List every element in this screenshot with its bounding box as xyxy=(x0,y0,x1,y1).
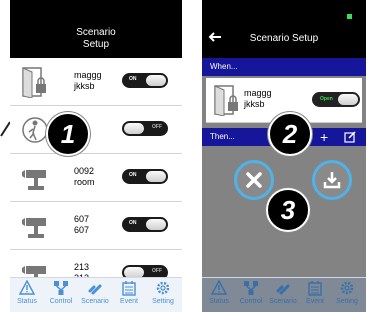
status-indicator xyxy=(347,14,352,19)
toggle-label: ON xyxy=(129,172,137,178)
tab-label: Setting xyxy=(152,298,174,305)
top-bar: Scenario Setup xyxy=(10,0,182,58)
tab-status[interactable]: Status xyxy=(202,280,236,305)
page-title: Scenario Setup xyxy=(76,27,116,50)
tab-label: Setting xyxy=(336,298,358,305)
tab-label: Status xyxy=(17,298,37,305)
calendar-icon xyxy=(122,281,136,296)
door-lock-icon xyxy=(214,85,238,116)
toggle-knob xyxy=(146,75,166,86)
tab-label: Scenario xyxy=(269,298,297,305)
add-action-icon[interactable]: + xyxy=(320,129,328,145)
camera-icon xyxy=(22,218,46,238)
toggle-label: ON xyxy=(129,76,137,82)
toggle-knob xyxy=(146,219,166,230)
device-list: maggg jkksb ON 3 3 OFF xyxy=(10,58,182,298)
device-row[interactable]: 3 3 OFF xyxy=(10,106,182,154)
toggle-knob xyxy=(338,94,358,105)
tab-label: Event xyxy=(120,298,138,305)
toggle-label: OFF xyxy=(152,268,162,274)
tab-control[interactable]: Control xyxy=(44,280,78,305)
toggle-label: Open xyxy=(320,96,333,102)
tab-event[interactable]: Event xyxy=(112,280,146,305)
top-bar: Scenario Setup xyxy=(202,0,366,58)
device-name: maggg jkksb xyxy=(74,70,102,91)
tab-scenario[interactable]: Scenario xyxy=(266,280,300,305)
tab-control[interactable]: Control xyxy=(234,280,268,305)
tab-setting[interactable]: Setting xyxy=(330,280,364,305)
save-button[interactable] xyxy=(312,160,352,200)
camera-icon xyxy=(22,170,46,190)
device-row[interactable]: 607 607 ON xyxy=(10,202,182,250)
network-icon xyxy=(54,281,68,295)
link-icon xyxy=(276,284,290,295)
toggle-knob xyxy=(124,123,144,134)
device-row[interactable]: 0092 room ON xyxy=(10,154,182,202)
scenario-setup-screen: Scenario Setup maggg jkksb ON 3 3 xyxy=(10,0,182,312)
scenario-setup-edit-screen: Scenario Setup When... maggg jkksb Open … xyxy=(202,0,366,312)
tab-status[interactable]: Status xyxy=(10,280,44,305)
step-badge-2: 2 xyxy=(268,112,312,156)
tab-label: Event xyxy=(306,298,324,305)
on-off-toggle[interactable]: ON xyxy=(122,169,168,184)
bottom-tab-bar: Status Control Scenario Event Setting xyxy=(202,277,366,312)
link-icon xyxy=(88,284,102,295)
toggle-label: ON xyxy=(129,220,137,226)
open-toggle[interactable]: Open xyxy=(312,92,360,107)
page-title: Scenario Setup xyxy=(249,33,319,44)
device-row[interactable]: maggg jkksb ON xyxy=(10,58,182,106)
toggle-label: OFF xyxy=(152,124,162,130)
toggle-knob xyxy=(146,171,166,182)
step-badge-3: 3 xyxy=(266,188,310,232)
gear-icon xyxy=(340,281,354,295)
bottom-tab-bar: Status Control Scenario Event Setting xyxy=(10,277,182,312)
on-off-toggle[interactable]: ON xyxy=(122,217,168,232)
tab-label: Control xyxy=(49,298,73,305)
tab-setting[interactable]: Setting xyxy=(146,280,180,305)
tab-scenario[interactable]: Scenario xyxy=(78,280,112,305)
device-name: maggg jkksb xyxy=(244,88,272,109)
tab-label: Control xyxy=(239,298,263,305)
door-lock-icon xyxy=(22,67,46,98)
warning-icon xyxy=(19,280,35,295)
gear-icon xyxy=(156,281,170,295)
edit-icon[interactable] xyxy=(344,131,356,143)
device-name: 0092 room xyxy=(74,166,95,187)
close-icon xyxy=(246,172,262,188)
tab-event[interactable]: Event xyxy=(298,280,332,305)
download-icon xyxy=(323,172,341,189)
step-badge-1: 1 xyxy=(46,112,90,156)
tab-label: Status xyxy=(209,298,229,305)
network-icon xyxy=(244,281,258,295)
tab-label: Scenario xyxy=(81,298,109,305)
on-off-toggle[interactable]: OFF xyxy=(122,121,168,136)
device-name: 607 607 xyxy=(74,214,90,235)
calendar-icon xyxy=(308,281,322,296)
cancel-button[interactable] xyxy=(234,160,274,200)
on-off-toggle[interactable]: ON xyxy=(122,73,168,88)
when-section-header: When... xyxy=(202,58,366,76)
warning-icon xyxy=(211,280,227,295)
